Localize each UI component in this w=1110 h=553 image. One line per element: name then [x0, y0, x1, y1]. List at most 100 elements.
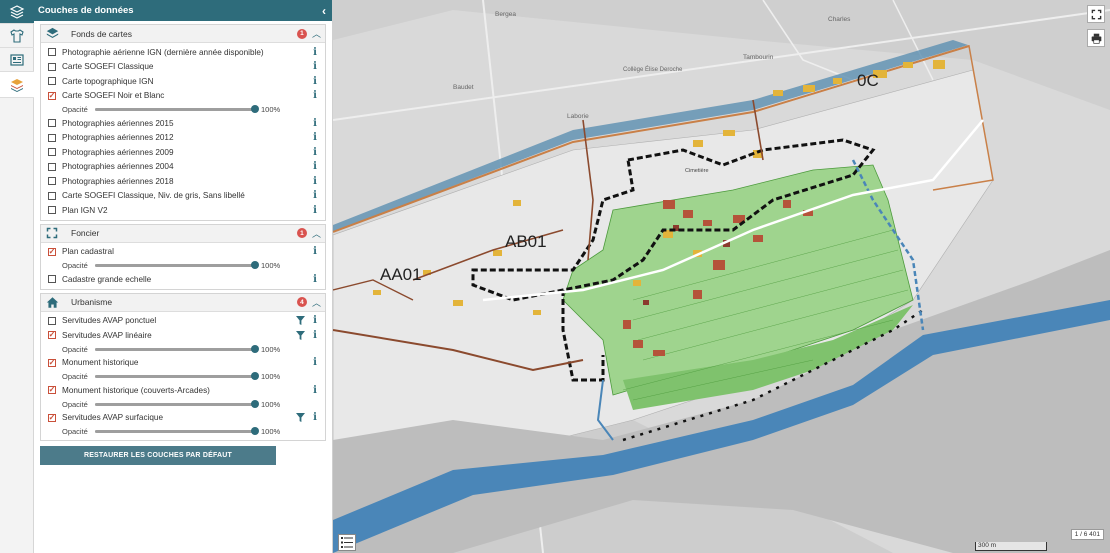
layer-label: Carte SOGEFI Classique, Niv. de gris, Sa… — [62, 191, 245, 201]
info-icon[interactable]: i — [311, 176, 319, 187]
info-icon[interactable]: i — [311, 90, 319, 101]
place-label: Bergea — [495, 11, 516, 18]
layer-checkbox[interactable] — [48, 91, 56, 100]
opacity-row: Opacité 100% — [41, 398, 325, 411]
tool-rail — [0, 0, 34, 553]
place-label: Laborie — [567, 113, 589, 120]
filter-icon[interactable] — [296, 316, 305, 326]
place-label: Tambourin — [743, 54, 774, 61]
stack-icon — [11, 78, 23, 92]
rail-documents-button[interactable] — [0, 48, 34, 72]
place-label: Collège Élise Deroche — [623, 67, 683, 73]
chevron-up-icon[interactable]: ︿ — [312, 296, 321, 309]
layer-checkbox[interactable] — [48, 48, 56, 57]
layer-row: Photographie aérienne IGN (dernière anné… — [41, 45, 325, 60]
active-count-badge: 1 — [296, 228, 307, 238]
legend-button[interactable] — [338, 534, 356, 551]
layer-checkbox[interactable] — [48, 77, 56, 86]
section-header[interactable]: Foncier 1 ︿ — [41, 224, 325, 243]
opacity-slider[interactable] — [95, 399, 259, 408]
layer-label: Carte topographique IGN — [62, 76, 154, 86]
scale-ratio: 1 / 6 401 — [1070, 529, 1104, 540]
print-button[interactable] — [1087, 29, 1105, 47]
opacity-slider[interactable] — [95, 344, 259, 353]
info-icon[interactable]: i — [311, 246, 319, 257]
info-icon[interactable]: i — [311, 205, 319, 216]
info-icon[interactable]: i — [311, 47, 319, 58]
info-icon[interactable]: i — [311, 161, 319, 172]
opacity-label: Opacité — [62, 399, 88, 409]
fullscreen-button[interactable] — [1087, 5, 1105, 23]
opacity-row: Opacité 100% — [41, 425, 325, 438]
info-icon[interactable]: i — [311, 132, 319, 143]
section-header[interactable]: Fonds de cartes 1 ︿ — [41, 25, 325, 43]
layer-label: Monument historique — [62, 358, 139, 368]
layer-label: Carte SOGEFI Noir et Blanc — [62, 91, 165, 101]
info-icon[interactable]: i — [311, 118, 319, 129]
filter-icon[interactable] — [296, 413, 305, 423]
info-icon[interactable]: i — [311, 274, 319, 285]
layer-checkbox[interactable] — [48, 177, 56, 186]
info-icon[interactable]: i — [311, 357, 319, 368]
info-icon[interactable]: i — [311, 330, 319, 341]
opacity-slider[interactable] — [95, 427, 259, 435]
layer-checkbox[interactable] — [48, 162, 56, 171]
place-label: Baudet — [453, 84, 474, 91]
section-header[interactable]: Urbanisme 4 ︿ — [41, 293, 325, 312]
layer-panel: Couches de données ‹ Fonds de cartes 1 ︿… — [34, 0, 333, 553]
chevron-up-icon[interactable]: ︿ — [312, 227, 321, 240]
active-count-badge: 1 — [296, 28, 307, 39]
parcel-label: AB01 — [505, 232, 547, 251]
section-body: Servitudes AVAP ponctuel i Servitudes AV… — [41, 312, 325, 441]
chevron-up-icon[interactable]: ︿ — [312, 27, 321, 40]
layer-row: Servitudes AVAP ponctuel i — [41, 314, 325, 329]
layer-checkbox[interactable] — [48, 206, 56, 215]
fullscreen-icon — [1091, 9, 1101, 19]
rail-data-layers-button[interactable] — [0, 72, 34, 98]
opacity-label: Opacité — [62, 372, 88, 381]
layer-checkbox[interactable] — [48, 119, 56, 128]
scale-bar: 300 m — [975, 542, 1047, 551]
info-icon[interactable]: i — [311, 190, 319, 201]
opacity-slider[interactable] — [95, 261, 259, 269]
opacity-row: Opacité 100% — [41, 259, 325, 272]
rail-themes-button[interactable] — [0, 24, 34, 48]
layer-checkbox[interactable] — [48, 62, 56, 71]
legend-icon — [341, 537, 353, 548]
layer-checkbox[interactable] — [48, 275, 56, 284]
layer-checkbox[interactable] — [48, 316, 56, 325]
info-icon[interactable]: i — [311, 412, 319, 423]
layer-checkbox[interactable] — [48, 413, 56, 422]
layer-label: Carte SOGEFI Classique — [62, 62, 154, 72]
opacity-label: Opacité — [62, 261, 88, 270]
collapse-panel-button[interactable]: ‹ — [322, 4, 326, 18]
layer-checkbox[interactable] — [48, 386, 56, 395]
info-icon[interactable]: i — [311, 147, 319, 158]
layer-checkbox[interactable] — [48, 148, 56, 157]
layer-checkbox[interactable] — [48, 133, 56, 142]
layer-checkbox[interactable] — [48, 247, 56, 256]
map-view[interactable]: 0C AB01 AA01 Bergea Charles Tambourin Ba… — [333, 0, 1110, 553]
layer-checkbox[interactable] — [48, 331, 56, 340]
layer-row: Monument historique i — [41, 356, 325, 371]
info-icon[interactable]: i — [311, 315, 319, 326]
opacity-slider[interactable] — [95, 372, 259, 380]
layer-row: Plan IGN V2 i — [41, 203, 325, 218]
info-icon[interactable]: i — [311, 385, 319, 396]
rail-layers-button[interactable] — [0, 0, 34, 24]
section-title: Fonds de cartes — [71, 28, 132, 39]
layer-checkbox[interactable] — [48, 358, 56, 367]
layer-checkbox[interactable] — [48, 191, 56, 200]
info-icon[interactable]: i — [311, 61, 319, 72]
parcel-label: 0C — [857, 71, 879, 90]
place-label: Charles — [828, 16, 851, 23]
filter-icon[interactable] — [296, 330, 305, 340]
shirt-icon — [10, 28, 24, 43]
layer-row: Carte SOGEFI Classique, Niv. de gris, Sa… — [41, 189, 325, 204]
restore-default-layers-button[interactable]: RESTAURER LES COUCHES PAR DÉFAUT — [40, 446, 276, 465]
opacity-label: Opacité — [62, 105, 88, 114]
info-icon[interactable]: i — [311, 76, 319, 87]
layer-row: Photographies aériennes 2012 i — [41, 131, 325, 146]
layer-label: Monument historique (couverts-Arcades) — [62, 385, 210, 395]
opacity-slider[interactable] — [95, 105, 259, 113]
